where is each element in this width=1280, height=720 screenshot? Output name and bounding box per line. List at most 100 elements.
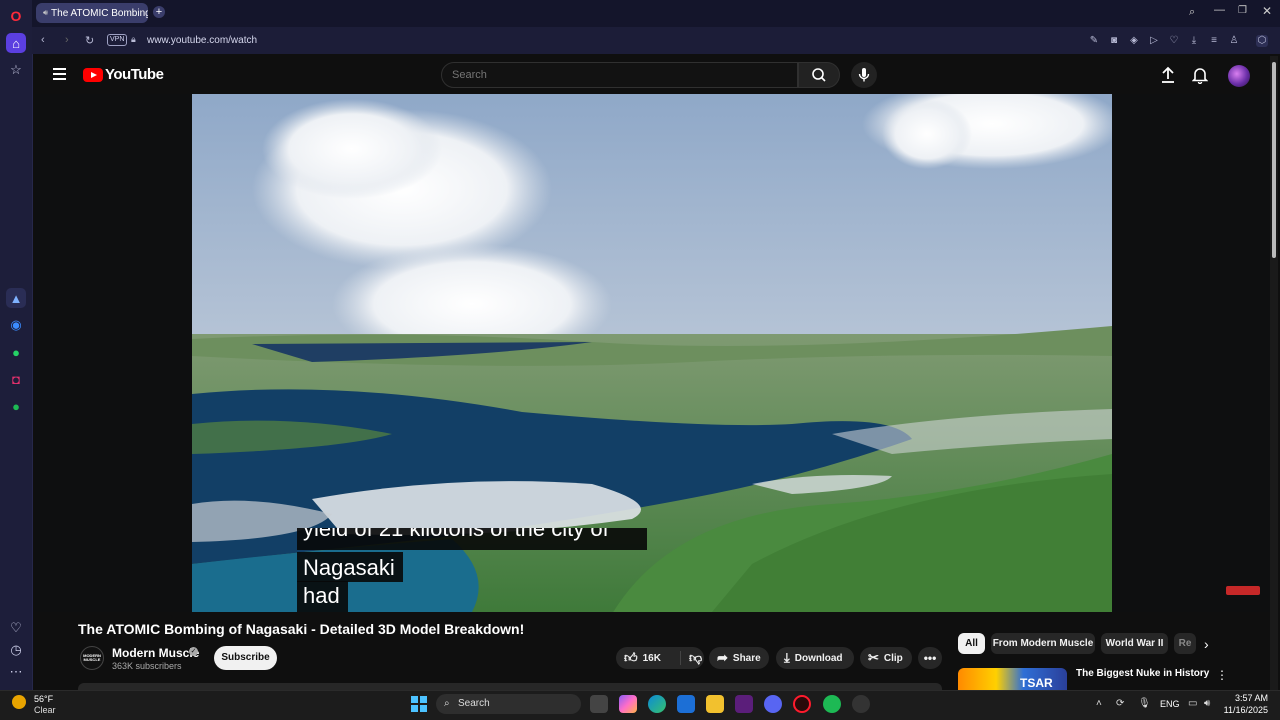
chrome-icon[interactable]: [852, 695, 870, 713]
sync-icon[interactable]: ⟳: [1116, 698, 1124, 709]
account-avatar[interactable]: [1228, 65, 1250, 87]
clip-label: Clip: [883, 652, 903, 664]
aria-icon[interactable]: ▲: [6, 288, 26, 308]
share-label: Share: [732, 652, 761, 664]
edge-icon[interactable]: [648, 695, 666, 713]
taskbar: [0, 690, 1280, 720]
opera-logo-icon[interactable]: O: [6, 6, 26, 26]
extension-icon[interactable]: ⬡: [1256, 35, 1268, 47]
spotify-taskbar-icon[interactable]: [823, 695, 841, 713]
discord-icon[interactable]: [764, 695, 782, 713]
kebab-menu-icon[interactable]: ⋮: [1216, 668, 1228, 682]
thumbs-down-icon: 👎︎: [689, 650, 703, 665]
thumbnail-text: TSAR: [1020, 676, 1053, 690]
camera-icon[interactable]: ◙: [1108, 35, 1120, 47]
like-dislike-group: 👍︎ 16K 👎︎: [616, 647, 704, 669]
hamburger-menu-icon[interactable]: [53, 68, 66, 80]
download-icon[interactable]: ⤓: [1188, 35, 1200, 47]
channel-watermark-badge[interactable]: [1226, 586, 1260, 595]
history-icon[interactable]: ◷: [6, 640, 26, 660]
whatsapp-icon[interactable]: ●: [6, 342, 26, 362]
photos-icon[interactable]: [677, 695, 695, 713]
microphone-icon: [858, 68, 870, 82]
restore-icon[interactable]: ❐: [1238, 5, 1247, 16]
heart-icon[interactable]: ♡: [1168, 35, 1180, 47]
clock-date[interactable]: 11/16/2025: [1220, 705, 1268, 715]
like-button[interactable]: 👍︎ 16K: [616, 650, 681, 665]
more-icon[interactable]: ⋯: [6, 662, 26, 682]
task-view-icon[interactable]: [590, 695, 608, 713]
search-tabs-icon[interactable]: ⌕: [1189, 6, 1195, 19]
tab-youtube[interactable]: 🔊︎ The ATOMIC Bombing: [36, 3, 148, 23]
network-icon[interactable]: ▭: [1188, 698, 1197, 709]
shield-icon[interactable]: ◈: [1128, 35, 1140, 47]
clock-time[interactable]: 3:57 AM: [1228, 693, 1268, 703]
windows-start-icon[interactable]: [411, 696, 427, 712]
back-icon[interactable]: ‹: [41, 34, 45, 46]
chip-all[interactable]: All: [958, 633, 985, 654]
video-title: The ATOMIC Bombing of Nagasaki - Detaile…: [78, 621, 525, 637]
weather-moon-icon[interactable]: [12, 695, 26, 709]
copilot-icon[interactable]: [619, 695, 637, 713]
tab-bar: [32, 0, 1280, 27]
new-tab-icon[interactable]: +: [153, 6, 165, 18]
search-input[interactable]: [441, 62, 798, 88]
reload-icon[interactable]: ↻: [85, 34, 94, 47]
taskbar-search[interactable]: ⌕ Search: [436, 694, 581, 714]
chip-world-war-ii[interactable]: World War II: [1101, 633, 1168, 654]
voice-search-button[interactable]: [851, 62, 877, 88]
upload-icon[interactable]: [1160, 66, 1176, 89]
channel-avatar[interactable]: MODERN MUSCLE: [80, 646, 104, 670]
star-icon[interactable]: ☆: [6, 60, 26, 80]
spotify-icon[interactable]: ●: [6, 396, 26, 416]
search-icon: ⌕: [444, 698, 450, 709]
dislike-button[interactable]: 👎︎: [681, 650, 702, 666]
chevron-right-icon[interactable]: ›: [1204, 636, 1209, 652]
speaker-icon[interactable]: 🔊︎: [43, 8, 48, 18]
chip-from-channel[interactable]: From Modern Muscle: [991, 633, 1095, 654]
recommendation-title[interactable]: The Biggest Nuke in History: [1076, 668, 1209, 679]
chip-partial[interactable]: Re: [1174, 633, 1196, 654]
weather-temperature[interactable]: 56°F: [34, 694, 53, 704]
home-icon[interactable]: ⌂: [6, 33, 26, 53]
heart-icon[interactable]: ♡: [6, 618, 26, 638]
weather-condition[interactable]: Clear: [34, 705, 56, 715]
profile-icon[interactable]: ♙: [1228, 35, 1240, 47]
microphone-icon[interactable]: 🎙︎: [1138, 698, 1151, 709]
description-box[interactable]: [78, 683, 942, 690]
messenger-icon[interactable]: ◉: [6, 315, 26, 335]
more-actions-button[interactable]: •••: [918, 647, 942, 669]
menu-icon[interactable]: ≡: [1208, 35, 1220, 47]
file-explorer-icon[interactable]: [706, 695, 724, 713]
subscribe-button[interactable]: Subscribe: [214, 646, 277, 670]
channel-name[interactable]: Modern Muscle: [112, 646, 199, 660]
notifications-icon[interactable]: [1191, 66, 1209, 89]
forward-icon[interactable]: ›: [65, 34, 69, 46]
thumbs-up-icon: 👍︎: [624, 650, 638, 665]
volume-icon[interactable]: 🔊︎: [1204, 698, 1210, 709]
minimize-icon[interactable]: —: [1214, 4, 1225, 16]
search-icon: [812, 68, 826, 82]
vpn-badge[interactable]: VPN: [107, 34, 128, 46]
language-indicator[interactable]: ENG: [1160, 699, 1180, 709]
edit-icon[interactable]: ✎: [1088, 35, 1100, 47]
opera-taskbar-icon[interactable]: [793, 695, 811, 713]
play-icon[interactable]: ▷: [1148, 35, 1160, 47]
download-button[interactable]: ⤓ Download: [776, 647, 854, 669]
lock-icon[interactable]: 🔒︎: [131, 34, 136, 45]
url-field[interactable]: www.youtube.com/watch: [147, 35, 257, 46]
share-arrow-icon: ➦: [717, 650, 728, 665]
close-icon[interactable]: ✕: [1262, 4, 1272, 18]
tab-title: The ATOMIC Bombing: [51, 7, 148, 19]
next-app-icon[interactable]: [735, 695, 753, 713]
scrollbar-thumb[interactable]: [1272, 62, 1276, 258]
share-button[interactable]: ➦ Share: [709, 647, 769, 669]
chevron-up-icon[interactable]: ˄: [1096, 698, 1102, 709]
clip-button[interactable]: ✂ Clip: [860, 647, 912, 669]
download-arrow-icon: ⤓: [784, 650, 790, 665]
browser-sidebar: O ⌂ ☆ ▲ ◉ ● ◘ ● ♡ ◷ ⋯: [0, 0, 33, 690]
instagram-icon[interactable]: ◘: [6, 369, 26, 389]
youtube-logo-icon[interactable]: [83, 68, 103, 82]
youtube-wordmark[interactable]: YouTube: [105, 66, 164, 83]
search-button[interactable]: [798, 62, 840, 88]
